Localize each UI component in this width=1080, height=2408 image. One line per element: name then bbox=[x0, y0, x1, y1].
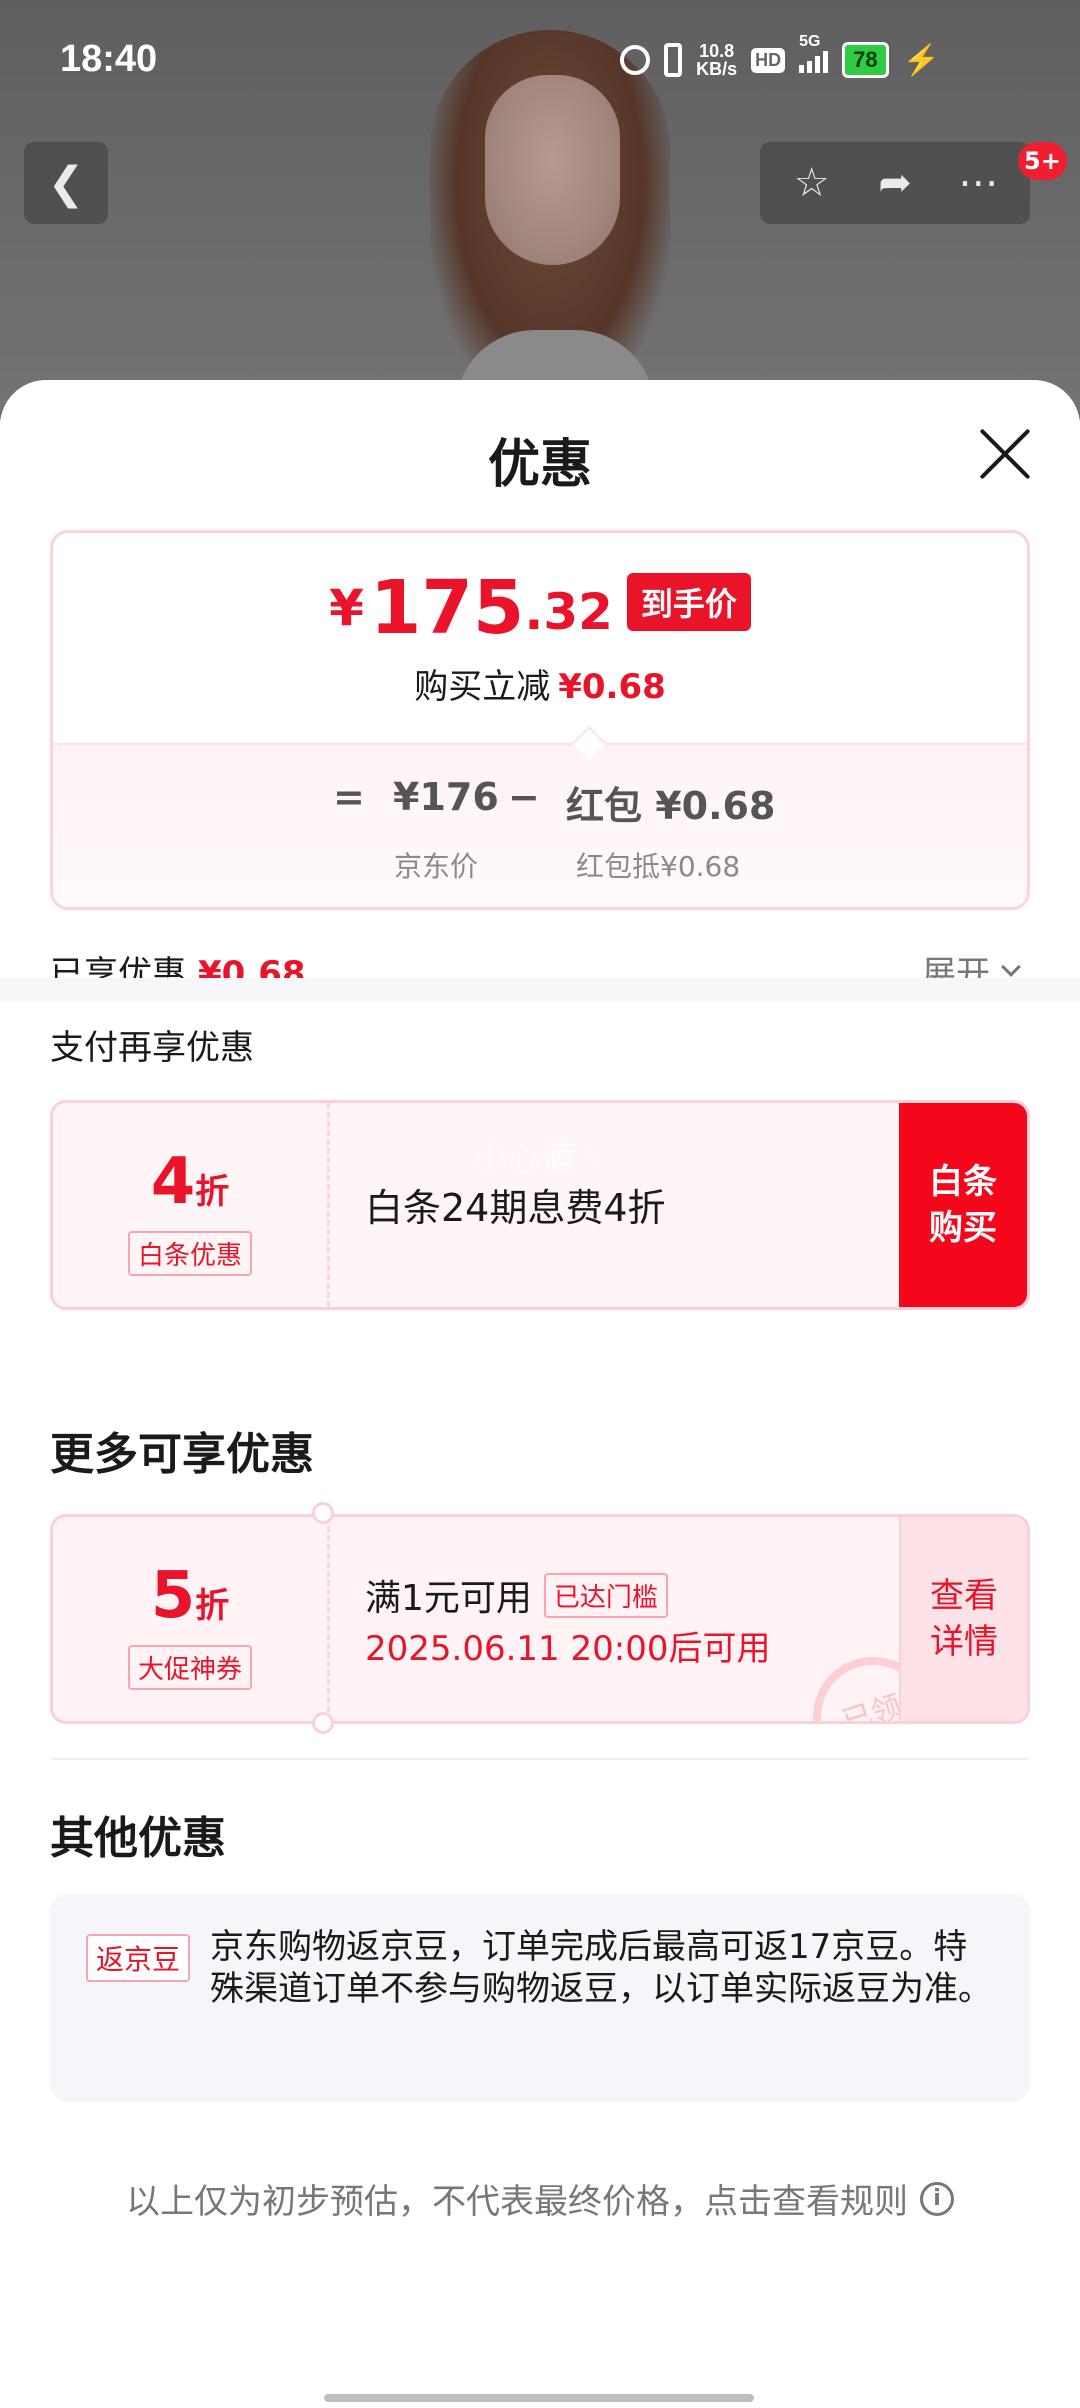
coupon-divider bbox=[327, 1103, 330, 1307]
price-card: ¥ 175 .32 到手价 购买立减 ¥0.68 = ¥176 − 红包 ¥0.6… bbox=[50, 530, 1030, 910]
instant-reduction-value: ¥0.68 bbox=[558, 667, 666, 707]
price-integer: 175 bbox=[369, 565, 525, 651]
chevron-down-icon bbox=[1001, 956, 1021, 977]
baitiao-discount-label: 白条优惠 bbox=[127, 1231, 253, 1276]
final-price: ¥ 175 .32 到手价 bbox=[53, 571, 1027, 645]
status-time: 18:40 bbox=[60, 38, 158, 80]
price-currency: ¥ bbox=[329, 579, 364, 637]
baitiao-buy-line2: 购买 bbox=[929, 1208, 997, 1248]
jd-price-caption: 京东价 bbox=[394, 850, 479, 883]
coupon-hole-top bbox=[312, 1502, 334, 1524]
promo-condition: 满1元可用 已达门槛 bbox=[365, 1569, 668, 1621]
baitiao-buy-line1: 白条 bbox=[929, 1162, 997, 1202]
watermark: 小心酒丶 bbox=[473, 1139, 609, 1179]
signal-icon: 5G bbox=[799, 33, 829, 73]
baitiao-coupon-text: 白条24期息费4折 bbox=[365, 1186, 666, 1230]
section-gap bbox=[0, 978, 1080, 1002]
view-details-line1: 查看 bbox=[930, 1576, 998, 1616]
network-type: 5G bbox=[799, 33, 821, 50]
share-icon[interactable]: ➦ bbox=[860, 160, 930, 206]
baitiao-coupon[interactable]: 4折 白条优惠 小心酒丶 白条24期息费4折 白条购买 bbox=[50, 1100, 1030, 1310]
network-speed-unit: KB/s bbox=[696, 59, 738, 79]
alarm-icon bbox=[620, 45, 651, 75]
baitiao-discount: 4折 bbox=[53, 1145, 327, 1219]
sheet-title: 优惠 bbox=[487, 435, 592, 495]
divider bbox=[50, 1758, 1030, 1760]
status-icons: 10.8 KB/s HD 5G 78 ⚡ bbox=[620, 33, 940, 78]
more-icon[interactable]: ⋯ bbox=[943, 160, 1013, 206]
coupon-divider bbox=[327, 1517, 330, 1721]
hongbao-caption: 红包抵¥0.68 bbox=[576, 850, 741, 883]
price-summary: ¥ 175 .32 到手价 购买立减 ¥0.68 bbox=[53, 533, 1027, 743]
rules-link[interactable]: 以上仅为初步预估，不代表最终价格，点击查看规则 i bbox=[0, 2174, 1080, 2223]
coupon-hole-bottom bbox=[312, 1712, 334, 1734]
baitiao-discount-unit: 折 bbox=[195, 1172, 230, 1212]
view-details-button[interactable]: 查看 详情 bbox=[899, 1517, 1027, 1721]
promo-valid-time: 2025.06.11 20:00后可用 bbox=[365, 1629, 771, 1669]
more-discounts-title: 更多可享优惠 bbox=[50, 1429, 314, 1480]
instant-reduction-label: 购买立减 bbox=[414, 667, 551, 707]
jingdou-info: 返京豆 京东购物返京豆，订单完成后最高可返17京豆。特殊渠道订单不参与购物返豆，… bbox=[50, 1894, 1030, 2102]
pay-more-title: 支付再享优惠 bbox=[50, 1028, 254, 1068]
promo-discount: 5折 bbox=[53, 1559, 327, 1633]
equals-sign: = bbox=[333, 775, 365, 819]
header-actions: ☆ ➦ ⋯ bbox=[760, 142, 1030, 224]
final-price-tag: 到手价 bbox=[626, 573, 751, 631]
rules-text: 以上仅为初步预估，不代表最终价格，点击查看规则 bbox=[126, 2182, 908, 2222]
promo-discount-block: 5折 大促神券 bbox=[53, 1517, 327, 1721]
minus-sign: − bbox=[508, 775, 540, 819]
view-details-line2: 详情 bbox=[930, 1622, 998, 1662]
charging-icon: ⚡ bbox=[902, 43, 940, 77]
back-button[interactable]: ❮ bbox=[24, 142, 108, 224]
close-icon[interactable] bbox=[976, 426, 1032, 482]
instant-reduction: 购买立减 ¥0.68 bbox=[53, 659, 1027, 708]
other-discounts-title: 其他优惠 bbox=[50, 1813, 226, 1864]
home-indicator[interactable] bbox=[324, 2394, 754, 2402]
status-bar: 18:40 10.8 KB/s HD 5G 78 ⚡ bbox=[0, 0, 1080, 120]
hd-icon: HD bbox=[751, 47, 786, 73]
promo-condition-text: 满1元可用 bbox=[365, 1578, 532, 1619]
hongbao-value: 红包 ¥0.68 bbox=[566, 784, 776, 828]
baitiao-buy-button[interactable]: 白条 购买 bbox=[899, 1103, 1027, 1307]
promo-discount-unit: 折 bbox=[195, 1586, 230, 1626]
info-icon: i bbox=[920, 2181, 954, 2216]
vibrate-icon bbox=[664, 43, 683, 77]
promo-discount-label: 大促神券 bbox=[127, 1645, 253, 1690]
jingdou-tag: 返京豆 bbox=[86, 1934, 191, 1982]
baitiao-discount-block: 4折 白条优惠 bbox=[53, 1103, 327, 1307]
baitiao-discount-number: 4 bbox=[150, 1145, 196, 1219]
jd-price-value: ¥176 bbox=[393, 775, 499, 819]
battery-icon: 78 bbox=[842, 42, 889, 78]
network-speed-value: 10.8 bbox=[699, 41, 735, 61]
discount-sheet: 优惠 ¥ 175 .32 到手价 购买立减 ¥0.68 = ¥176 − 红包 ¥… bbox=[0, 380, 1080, 2408]
jingdou-text: 京东购物返京豆，订单完成后最高可返17京豆。特殊渠道订单不参与购物返豆，以订单实… bbox=[210, 1927, 992, 2009]
price-decimal: .32 bbox=[524, 583, 613, 641]
threshold-reached-badge: 已达门槛 bbox=[543, 1572, 668, 1618]
promo-discount-number: 5 bbox=[150, 1559, 196, 1633]
notification-badge: 5+ bbox=[1018, 142, 1067, 180]
network-speed: 10.8 KB/s bbox=[696, 42, 737, 78]
promo-coupon[interactable]: 5折 大促神券 满1元可用 已达门槛 2025.06.11 20:00后可用 已… bbox=[50, 1514, 1030, 1724]
star-icon[interactable]: ☆ bbox=[777, 160, 847, 206]
chevron-left-icon: ❮ bbox=[47, 157, 85, 209]
price-breakdown: = ¥176 − 红包 ¥0.68 京东价 红包抵¥0.68 bbox=[53, 743, 1027, 907]
